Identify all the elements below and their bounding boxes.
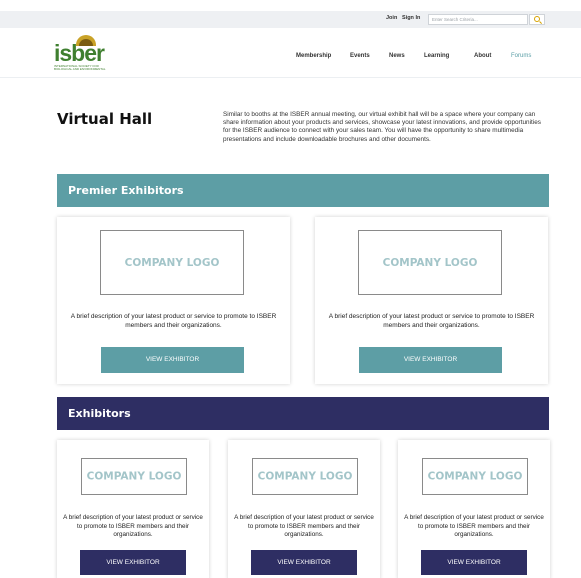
nav-about[interactable]: About [474,53,491,59]
search-input[interactable]: Enter Search Criteria... [428,14,528,25]
nav-news[interactable]: News [389,53,405,59]
page-title: Virtual Hall [57,110,153,128]
view-exhibitor-button[interactable]: VIEW EXHIBITOR [101,347,244,373]
exhibitor-description: A brief description of your latest produ… [404,514,544,539]
company-logo-text: COMPANY LOGO [124,256,220,269]
premier-exhibitor-card: COMPANY LOGO A brief description of your… [57,217,290,384]
isber-logo[interactable]: isber INTERNATIONAL SOCIETY FOR BIOLOGIC… [54,34,110,72]
logo-tagline: INTERNATIONAL SOCIETY FOR BIOLOGICAL AND… [54,65,106,70]
exhibitor-description: A brief description of your latest produ… [328,313,535,329]
nav-learning[interactable]: Learning [424,53,449,59]
exhibitor-card: COMPANY LOGO A brief description of your… [57,440,209,578]
premier-exhibitors-heading: Premier Exhibitors [57,174,549,207]
exhibitor-card: COMPANY LOGO A brief description of your… [228,440,380,578]
nav-forums[interactable]: Forums [511,53,531,59]
site-header: isber INTERNATIONAL SOCIETY FOR BIOLOGIC… [0,28,581,78]
signin-link[interactable]: Sign In [402,15,420,21]
utility-bar: Join Sign In Enter Search Criteria... [0,11,581,28]
exhibitors-heading: Exhibitors [57,397,549,430]
company-logo-placeholder: COMPANY LOGO [358,230,502,295]
view-exhibitor-button[interactable]: VIEW EXHIBITOR [359,347,502,373]
nav-membership[interactable]: Membership [296,53,331,59]
view-exhibitor-button[interactable]: VIEW EXHIBITOR [80,550,186,575]
company-logo-text: COMPANY LOGO [427,470,523,482]
exhibitor-description: A brief description of your latest produ… [63,514,203,539]
exhibitor-description: A brief description of your latest produ… [234,514,374,539]
company-logo-placeholder: COMPANY LOGO [81,458,187,495]
search-icon [534,16,540,22]
exhibitor-description: A brief description of your latest produ… [70,313,277,329]
search-button[interactable] [529,14,545,25]
view-exhibitor-button[interactable]: VIEW EXHIBITOR [251,550,357,575]
company-logo-text: COMPANY LOGO [257,470,353,482]
join-link[interactable]: Join [386,15,397,21]
intro-text: Similar to booths at the ISBER annual me… [223,111,541,143]
company-logo-text: COMPANY LOGO [382,256,478,269]
company-logo-text: COMPANY LOGO [86,470,182,482]
nav-events[interactable]: Events [350,53,370,59]
company-logo-placeholder: COMPANY LOGO [100,230,244,295]
premier-exhibitor-card: COMPANY LOGO A brief description of your… [315,217,548,384]
company-logo-placeholder: COMPANY LOGO [422,458,528,495]
exhibitor-card: COMPANY LOGO A brief description of your… [398,440,550,578]
view-exhibitor-button[interactable]: VIEW EXHIBITOR [421,550,527,575]
company-logo-placeholder: COMPANY LOGO [252,458,358,495]
logo-wordmark: isber [54,40,105,66]
